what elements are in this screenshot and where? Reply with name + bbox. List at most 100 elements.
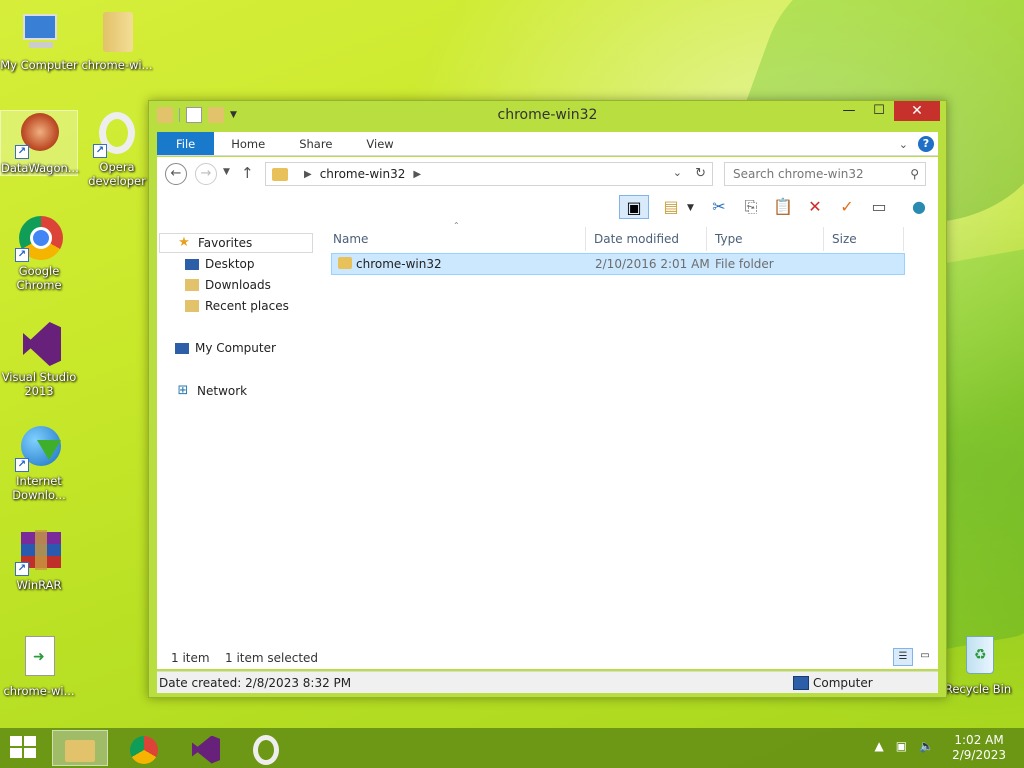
delete-icon[interactable]: ✕ [803, 195, 827, 219]
desktop-icon-google-chrome[interactable]: ↗ Google Chrome [0, 214, 78, 292]
nav-item-desktop[interactable]: Desktop [185, 257, 255, 271]
refresh-icon[interactable]: ↻ [695, 166, 706, 181]
rename-icon[interactable]: ▭ [867, 195, 891, 219]
help-icon[interactable]: ? [918, 136, 934, 152]
large-icons-view-icon[interactable]: ▭ [915, 648, 935, 666]
expand-ribbon-icon[interactable]: ⌄ [899, 138, 908, 151]
nav-item-downloads[interactable]: Downloads [185, 278, 271, 292]
tab-file[interactable]: File [157, 132, 215, 155]
taskbar-file-explorer[interactable] [52, 730, 108, 766]
chevron-down-icon[interactable]: ▼ [687, 203, 694, 213]
taskbar-chrome[interactable] [116, 730, 172, 766]
nav-item-favorites[interactable]: ★ Favorites [159, 233, 313, 253]
opera-icon: ↗ [93, 110, 141, 158]
maximize-icon[interactable]: ☐ [864, 101, 894, 121]
computer-icon [175, 342, 189, 354]
copy-icon[interactable]: ⎘ [739, 195, 763, 219]
desktop-icon-recycle-bin[interactable]: ♻ Recycle Bin [938, 632, 1018, 696]
details-bar: Date created: 2/8/2023 8:32 PM Computer [157, 671, 938, 693]
opera-icon [253, 734, 279, 765]
nav-item-my-computer[interactable]: My Computer [175, 341, 276, 355]
windows-logo-icon [10, 736, 22, 746]
tab-view[interactable]: View [349, 132, 410, 155]
column-divider[interactable] [903, 227, 904, 251]
date-created: Date created: 2/8/2023 8:32 PM [159, 676, 352, 690]
search-icon[interactable]: ⚲ [910, 163, 919, 185]
shortcut-arrow-icon: ↗ [15, 248, 29, 262]
desktop-icon-label: chrome-wi... [3, 684, 75, 698]
nav-item-label: Network [197, 384, 248, 398]
paste-icon[interactable]: 📋 [771, 195, 795, 219]
recycle-bin-icon: ♻ [954, 632, 1002, 680]
location-label: Computer [793, 676, 873, 690]
file-explorer-icon [65, 739, 95, 762]
desktop-icon-label: Visual Studio 2013 [1, 370, 77, 398]
desktop-icon-opera[interactable]: ↗ Opera developer [78, 110, 156, 188]
folder-icon [93, 8, 141, 56]
tab-home[interactable]: Home [214, 132, 282, 155]
recent-places-icon [185, 300, 199, 312]
search-input[interactable]: Search chrome-win32 ⚲ [724, 162, 926, 186]
file-list: ⌃ Name Date modified Type Size chrome-wi… [325, 221, 938, 645]
network-icon: ⊞ [177, 383, 189, 398]
column-header-date-modified[interactable]: Date modified [586, 227, 706, 251]
desktop-icon-chrome-file[interactable]: ➜ chrome-wi... [0, 634, 78, 698]
up-icon[interactable]: ↑ [241, 164, 254, 182]
address-dropdown-icon[interactable]: ⌄ [673, 166, 682, 179]
forward-icon[interactable]: → [195, 163, 217, 185]
recent-locations-icon[interactable]: ▼ [223, 167, 230, 177]
content-area: ★ Favorites Desktop Downloads Recent pla… [157, 221, 938, 645]
item-count: 1 item [171, 651, 210, 665]
folder-options-icon[interactable]: ▤ [659, 195, 683, 219]
desktop-icon-internet-download[interactable]: ↗ Internet Downlo... [0, 424, 78, 502]
breadcrumb-separator: ▶ [304, 168, 312, 180]
nav-item-label: Favorites [198, 236, 253, 250]
start-button[interactable] [10, 736, 38, 760]
back-icon[interactable]: ← [165, 163, 187, 185]
desktop-icon-visual-studio[interactable]: Visual Studio 2013 [0, 320, 78, 398]
nav-item-label: My Computer [195, 341, 276, 355]
desktop-icon-my-computer[interactable]: My Computer [0, 8, 78, 72]
nav-item-label: Desktop [205, 257, 255, 271]
minimize-icon[interactable]: — [834, 101, 864, 121]
desktop-icon-datawagon[interactable]: ↗ DataWagon... [0, 110, 79, 176]
windows-logo-icon [10, 748, 22, 758]
globe-download-icon: ↗ [15, 424, 63, 472]
desktop-icon-winrar[interactable]: ↗ WinRAR [0, 528, 78, 592]
breadcrumb-chrome-win32[interactable]: chrome-win32 [320, 167, 406, 181]
nav-item-recent-places[interactable]: Recent places [185, 299, 289, 313]
clock[interactable]: 1:02 AM 2/9/2023 [952, 733, 1006, 763]
nav-item-label: Downloads [205, 278, 271, 292]
volume-icon[interactable]: 🔈 [919, 739, 934, 753]
desktop-icon-chrome-folder[interactable]: chrome-wi... [78, 8, 156, 72]
explorer-window[interactable]: ▼ chrome-win32 — ☐ ✕ File Home Share Vie… [148, 100, 947, 698]
file-row[interactable]: chrome-win32 2/10/2016 2:01 AM File fold… [331, 253, 905, 275]
taskbar-visual-studio[interactable] [178, 730, 234, 766]
tab-share[interactable]: Share [282, 132, 349, 155]
window-controls: — ☐ ✕ [834, 101, 940, 121]
taskbar-opera[interactable] [238, 730, 294, 766]
checkmark-icon[interactable]: ✓ [835, 195, 859, 219]
file-date-modified: 2/10/2016 2:01 AM [595, 257, 710, 271]
details-view-icon[interactable]: ☰ [893, 648, 913, 666]
command-toolbar: ▣ ▤ ▼ ✂ ⎘ 📋 ✕ ✓ ▭ ● [157, 191, 938, 223]
layout-pane-icon[interactable]: ▣ [619, 195, 649, 219]
folder-icon [272, 167, 288, 181]
network-icon[interactable]: ▣ [896, 739, 907, 753]
cut-icon[interactable]: ✂ [707, 195, 731, 219]
globe-icon[interactable]: ● [907, 195, 931, 219]
column-header-type[interactable]: Type [707, 227, 827, 251]
navigation-pane: ★ Favorites Desktop Downloads Recent pla… [157, 223, 317, 645]
nav-item-network[interactable]: ⊞ Network [175, 383, 248, 399]
file-name: chrome-win32 [356, 257, 442, 271]
close-icon[interactable]: ✕ [894, 101, 940, 121]
desktop-icon-label: Recycle Bin [944, 682, 1012, 696]
column-header-size[interactable]: Size [824, 227, 904, 251]
selected-count: 1 item selected [225, 651, 319, 665]
show-hidden-icons-icon[interactable]: ▲ [874, 739, 883, 753]
title-bar[interactable]: ▼ chrome-win32 — ☐ ✕ [149, 101, 946, 131]
address-bar[interactable]: ▶ chrome-win32 ▶ ⌄ ↻ [265, 162, 713, 186]
navigation-bar: ← → ▼ ↑ ▶ chrome-win32 ▶ ⌄ ↻ Search chro… [157, 157, 938, 191]
datawagon-icon: ↗ [15, 111, 63, 159]
column-header-name[interactable]: Name [325, 227, 585, 251]
